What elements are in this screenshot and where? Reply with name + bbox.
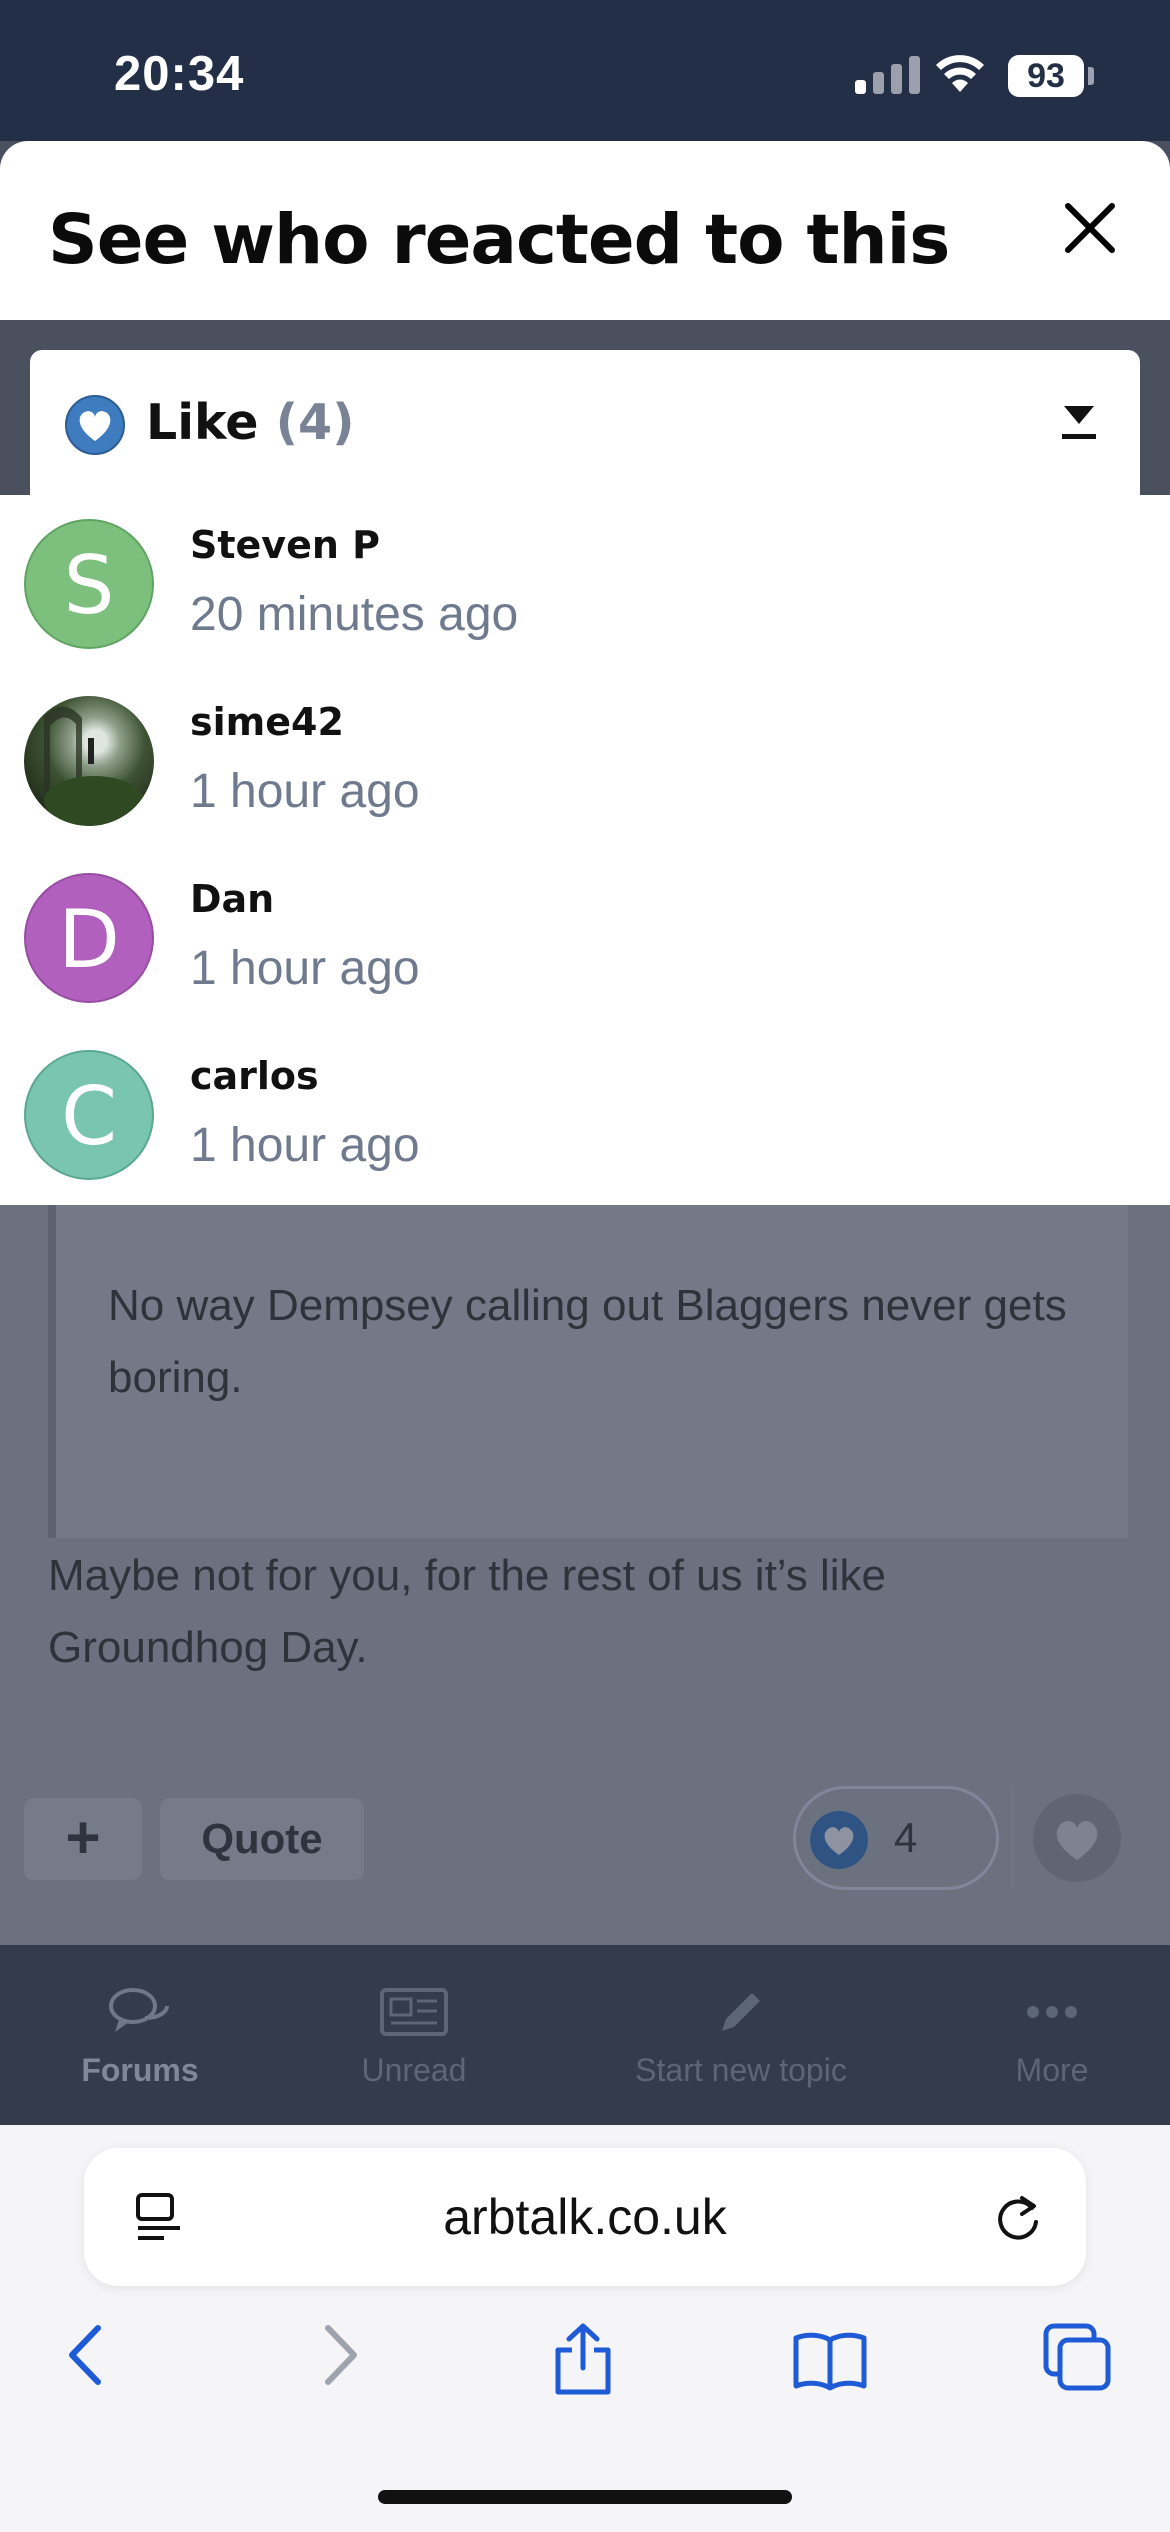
nav-forums-label: Forums: [81, 2052, 199, 2088]
address-bar[interactable]: arbtalk.co.uk: [84, 2148, 1086, 2286]
nav-more[interactable]: More: [972, 1980, 1132, 2089]
dots-icon: [972, 1980, 1132, 2044]
reactor-name[interactable]: Dan: [190, 877, 274, 921]
nav-forums[interactable]: Forums: [40, 1980, 240, 2089]
reactor-name[interactable]: Steven P: [190, 523, 380, 567]
reactor-name[interactable]: sime42: [190, 700, 344, 744]
divider: [1011, 1786, 1014, 1890]
like-heart-icon: [808, 1808, 870, 1906]
avatar[interactable]: D: [24, 873, 154, 1003]
avatar[interactable]: [24, 696, 154, 826]
pencil-icon: [600, 1980, 882, 2044]
page-menu-icon[interactable]: [134, 2192, 184, 2249]
avatar[interactable]: S: [24, 519, 154, 649]
reaction-filter-count: (4): [275, 394, 355, 451]
nav-unread-label: Unread: [361, 2052, 467, 2088]
back-icon[interactable]: [64, 2322, 108, 2393]
reactions-pill[interactable]: 4: [793, 1786, 999, 1890]
nav-unread[interactable]: Unread: [314, 1980, 514, 2089]
status-time: 20:34: [114, 47, 245, 101]
reaction-time: 20 minutes ago: [190, 588, 519, 641]
like-reaction-icon: [64, 394, 126, 461]
modal-title: See who reacted to this: [48, 200, 950, 280]
bookmarks-icon[interactable]: [792, 2330, 868, 2397]
quote-button[interactable]: Quote: [160, 1798, 364, 1880]
newspaper-icon: [314, 1980, 514, 2044]
add-button[interactable]: +: [24, 1798, 142, 1880]
reaction-time: 1 hour ago: [190, 765, 420, 818]
tabs-icon[interactable]: [1042, 2322, 1114, 2399]
reactor-row[interactable]: S Steven P 20 minutes ago: [0, 495, 1170, 671]
battery-icon: 93: [1008, 55, 1084, 97]
url-text: arbtalk.co.uk: [443, 2189, 727, 2245]
quote-text: No way Dempsey calling out Blaggers neve…: [108, 1281, 1067, 1402]
reaction-count: 4: [894, 1814, 918, 1861]
reaction-filter-label: Like (4): [146, 394, 355, 451]
close-icon[interactable]: [1062, 200, 1118, 261]
cellular-signal-icon: [855, 56, 920, 94]
chat-bubbles-icon: [40, 1980, 240, 2044]
dropdown-arrow-icon[interactable]: [1060, 402, 1098, 447]
reactor-row[interactable]: sime42 1 hour ago: [0, 672, 1170, 848]
wifi-icon: [933, 52, 987, 99]
reload-icon[interactable]: [992, 2192, 1044, 2249]
forward-icon[interactable]: [318, 2322, 362, 2393]
reaction-time: 1 hour ago: [190, 1119, 420, 1172]
nav-more-label: More: [1015, 2052, 1089, 2088]
reaction-time: 1 hour ago: [190, 942, 420, 995]
post-body: Maybe not for you, for the rest of us it…: [48, 1551, 887, 1672]
reactor-row[interactable]: C carlos 1 hour ago: [0, 1026, 1170, 1202]
nav-start-new-topic-label: Start new topic: [635, 2052, 847, 2088]
reactor-row[interactable]: D Dan 1 hour ago: [0, 849, 1170, 1025]
battery-tip: [1088, 67, 1094, 85]
avatar[interactable]: C: [24, 1050, 154, 1180]
home-indicator: [378, 2490, 792, 2504]
reactor-name[interactable]: carlos: [190, 1054, 319, 1098]
share-icon[interactable]: [552, 2322, 614, 2401]
like-button[interactable]: [1033, 1794, 1121, 1882]
nav-start-new-topic[interactable]: Start new topic: [600, 1980, 882, 2089]
